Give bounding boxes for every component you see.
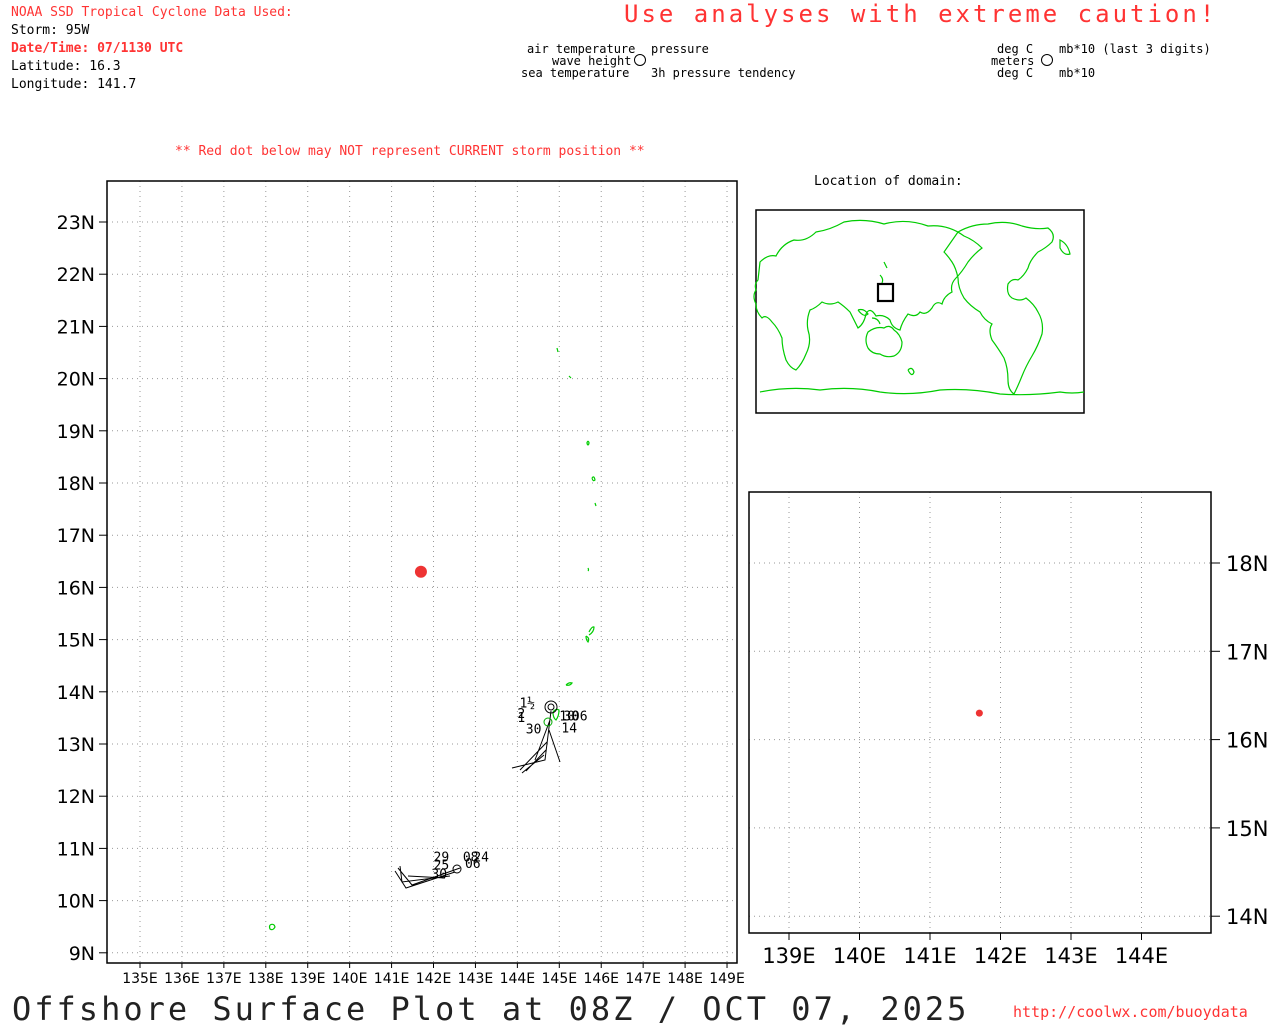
zoom-map-lon-labels: 139E 140E 141E 142E 143E 144E	[762, 944, 1168, 968]
zoom-lat-label: 18N	[1226, 552, 1268, 576]
zoom-map-lat-labels: 18N 17N 16N 15N 14N	[1226, 552, 1268, 929]
zoom-lon-label: 141E	[903, 944, 956, 968]
zoom-map-grid	[749, 492, 1220, 940]
zoom-map: 18N 17N 16N 15N 14N 139E 140E 141E 142E 143E 144E	[748, 491, 1268, 968]
zoom-storm-position-dot	[975, 709, 983, 717]
source-url[interactable]: http://coolwx.com/buoydata	[1013, 1003, 1248, 1021]
zoom-lat-label: 16N	[1226, 729, 1268, 753]
plot-title: Offshore Surface Plot at 08Z / OCT 07, 2…	[12, 990, 970, 1028]
zoom-lat-label: 17N	[1226, 640, 1268, 664]
zoom-lat-label: 14N	[1226, 905, 1268, 929]
zoom-lon-label: 142E	[974, 944, 1027, 968]
zoom-lat-label: 15N	[1226, 817, 1268, 841]
zoom-lon-label: 140E	[833, 944, 886, 968]
zoom-lon-label: 144E	[1115, 944, 1168, 968]
zoom-lon-label: 139E	[762, 944, 815, 968]
zoom-lon-label: 143E	[1044, 944, 1097, 968]
